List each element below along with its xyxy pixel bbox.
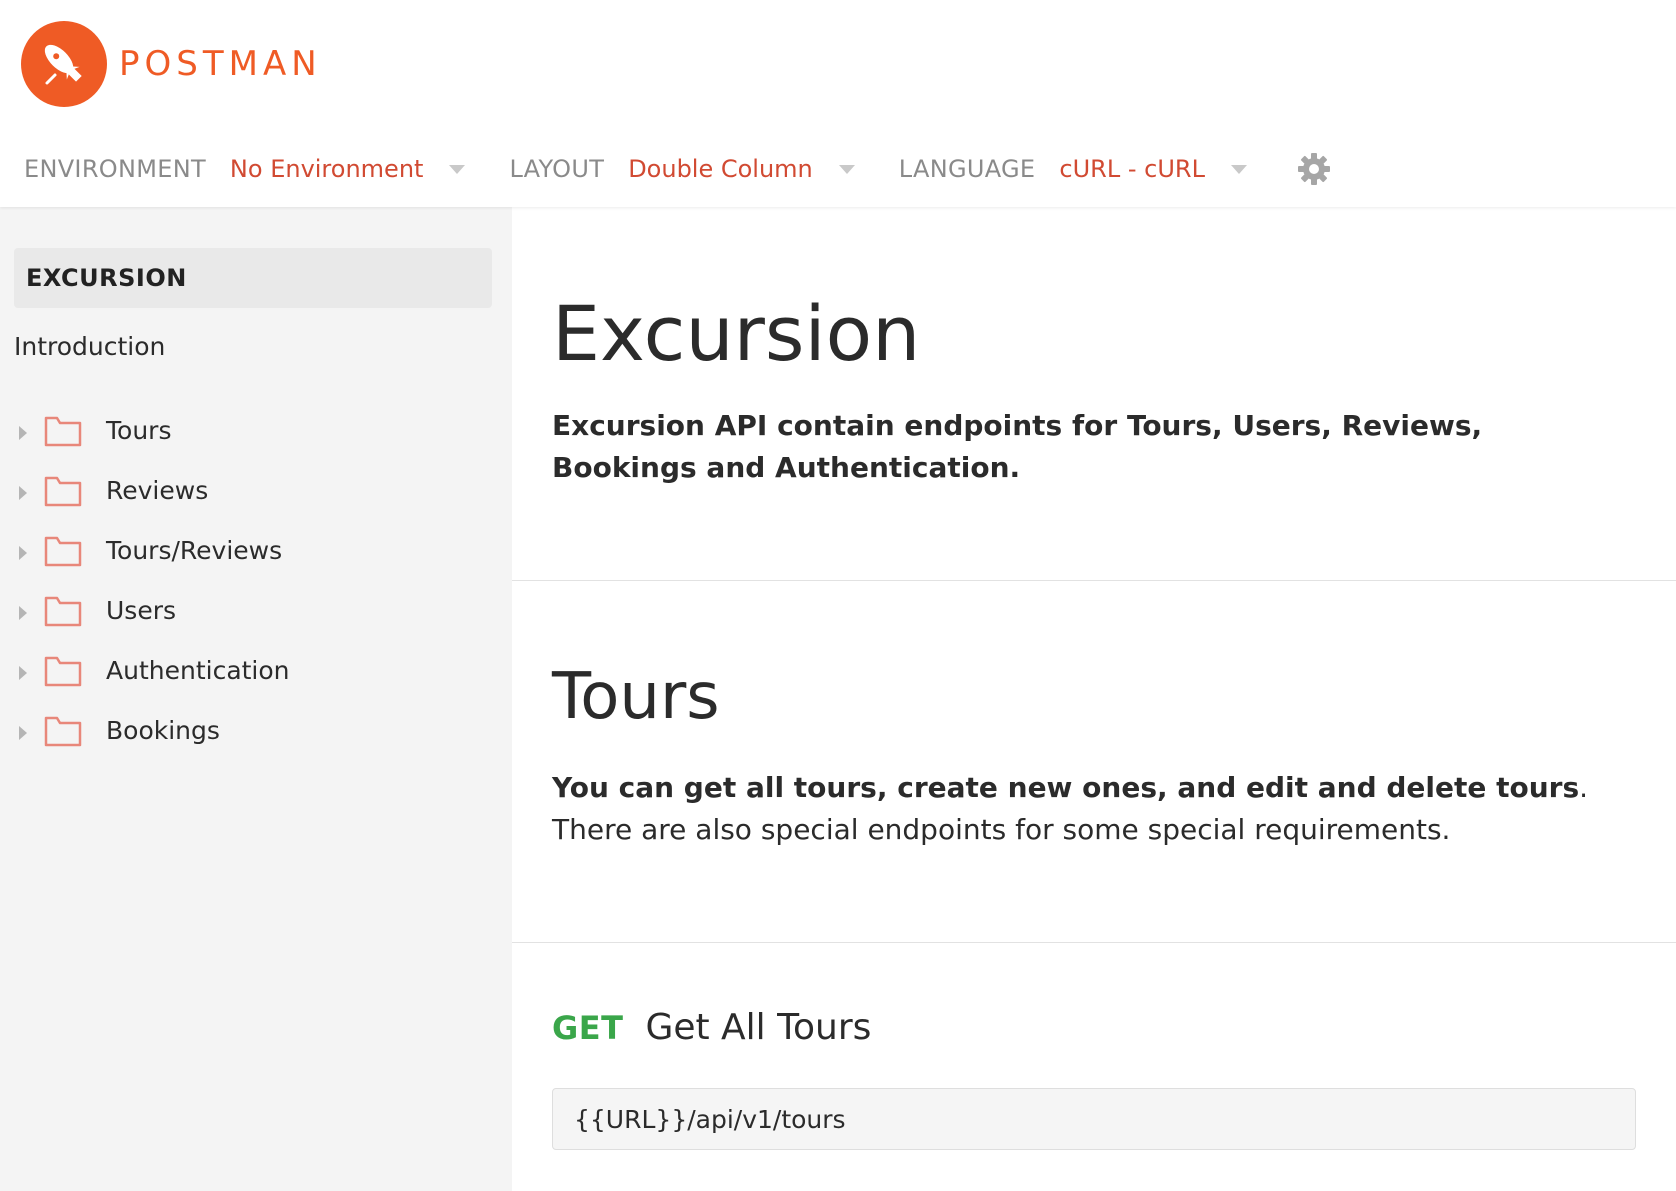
brand-name: POSTMAN (119, 44, 322, 84)
chevron-down-icon[interactable] (838, 164, 855, 174)
chevron-down-icon[interactable] (1230, 164, 1247, 174)
folder-icon (44, 594, 82, 632)
postman-logo[interactable]: POSTMAN (21, 21, 322, 107)
chevron-right-icon[interactable] (19, 606, 27, 620)
sidebar-item-label: Users (106, 596, 177, 625)
request-url: {{URL}}/api/v1/tours (574, 1104, 846, 1134)
sidebar-item-label: Authentication (106, 656, 290, 685)
language-label: LANGUAGE (898, 155, 1036, 183)
postman-rocket-icon (21, 21, 107, 107)
sidebar-item-label: Bookings (106, 716, 220, 745)
collection-title-label: EXCURSION (26, 264, 187, 292)
section-title: Tours (552, 660, 720, 734)
folder-icon (44, 714, 82, 752)
page-title: Excursion (552, 289, 921, 378)
folder-icon (44, 474, 82, 512)
section-divider (512, 942, 1676, 943)
chevron-right-icon[interactable] (19, 666, 27, 680)
chevron-right-icon[interactable] (19, 426, 27, 440)
sidebar-item-label: Tours/Reviews (106, 536, 283, 565)
environment-label: ENVIRONMENT (24, 155, 206, 183)
section-divider (512, 580, 1676, 581)
documentation-content: Excursion Excursion API contain endpoint… (512, 207, 1676, 1191)
folder-list: Tours Reviews Tours/Reviews Users Authen… (0, 403, 512, 763)
sidebar-item-label: Reviews (106, 476, 209, 505)
section-description: You can get all tours, create new ones, … (552, 767, 1632, 851)
environment-selector[interactable]: ENVIRONMENT No Environment (24, 155, 509, 183)
chevron-right-icon[interactable] (19, 726, 27, 740)
chevron-down-icon[interactable] (449, 164, 466, 174)
layout-label: LAYOUT (509, 155, 605, 183)
language-value[interactable]: cURL - cURL (1059, 155, 1205, 183)
collection-title[interactable]: EXCURSION (14, 248, 492, 308)
sidebar-item-users[interactable]: Users (0, 583, 512, 643)
sidebar-item-introduction[interactable]: Introduction (14, 332, 165, 361)
endpoint-name: Get All Tours (645, 1007, 872, 1048)
layout-selector[interactable]: LAYOUT Double Column (509, 155, 898, 183)
chevron-right-icon[interactable] (19, 546, 27, 560)
sidebar: EXCURSION Introduction Tours Reviews Tou… (0, 207, 512, 1191)
request-url-box[interactable]: {{URL}}/api/v1/tours (552, 1088, 1636, 1150)
environment-value[interactable]: No Environment (230, 155, 424, 183)
method-badge: GET (552, 1009, 624, 1047)
section-description-bold: You can get all tours, create new ones, … (552, 771, 1580, 804)
folder-icon (44, 414, 82, 452)
sidebar-item-authentication[interactable]: Authentication (0, 643, 512, 703)
docs-toolbar: ENVIRONMENT No Environment LAYOUT Double… (24, 148, 1331, 190)
chevron-right-icon[interactable] (19, 486, 27, 500)
folder-icon (44, 534, 82, 572)
gear-icon[interactable] (1297, 152, 1331, 186)
sidebar-item-reviews[interactable]: Reviews (0, 463, 512, 523)
sidebar-item-tours[interactable]: Tours (0, 403, 512, 463)
language-selector[interactable]: LANGUAGE cURL - cURL (899, 155, 1291, 183)
sidebar-item-bookings[interactable]: Bookings (0, 703, 512, 763)
sidebar-item-tours-reviews[interactable]: Tours/Reviews (0, 523, 512, 583)
folder-icon (44, 654, 82, 692)
collection-description: Excursion API contain endpoints for Tour… (552, 409, 1483, 484)
sidebar-item-label: Tours (106, 416, 172, 445)
endpoint-header[interactable]: GET Get All Tours (552, 1007, 871, 1048)
top-header: POSTMAN ENVIRONMENT No Environment LAYOU… (0, 0, 1676, 207)
layout-value[interactable]: Double Column (628, 155, 813, 183)
